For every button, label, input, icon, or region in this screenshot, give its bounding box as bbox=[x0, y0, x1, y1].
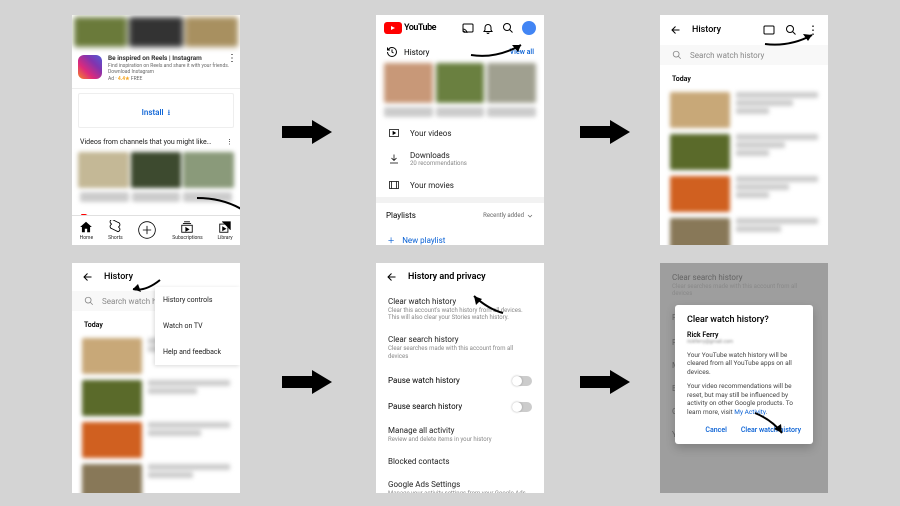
downloads-row[interactable]: Downloads20 recommendations bbox=[376, 145, 544, 173]
your-videos-row[interactable]: Your videos bbox=[376, 121, 544, 145]
search-icon bbox=[672, 50, 682, 60]
avatar[interactable] bbox=[522, 21, 536, 35]
dialog-user: Rick Ferry bbox=[687, 331, 801, 339]
promo-ad[interactable]: Be inspired on Reels | Instagram Find in… bbox=[72, 49, 240, 89]
cast-icon[interactable] bbox=[462, 22, 474, 34]
blurred-thumbnails bbox=[72, 15, 240, 49]
history-item[interactable] bbox=[660, 89, 828, 131]
clear-search-history-row[interactable]: Clear search historyClear searches made … bbox=[376, 329, 544, 367]
nav-home[interactable]: Home bbox=[79, 220, 93, 241]
panel-library: YouTube History View all Your videos Dow… bbox=[376, 15, 544, 245]
confirm-button[interactable]: Clear watch history bbox=[741, 426, 801, 434]
bell-icon[interactable] bbox=[482, 22, 494, 34]
more-icon[interactable]: ⋮ bbox=[226, 138, 232, 146]
google-ads-row[interactable]: Google Ads SettingsManage your activity … bbox=[376, 474, 544, 493]
new-playlist-button[interactable]: +New playlist bbox=[376, 228, 544, 245]
menu-history-controls[interactable]: History controls bbox=[155, 287, 240, 313]
thumbnail-meta bbox=[72, 188, 240, 206]
promo-subtitle: Find inspiration on Reels and share it w… bbox=[108, 63, 234, 75]
history-item[interactable] bbox=[660, 131, 828, 173]
video-thumbnails[interactable] bbox=[72, 152, 240, 188]
app-header: YouTube bbox=[376, 15, 544, 41]
thumbnail-meta bbox=[376, 103, 544, 121]
panel-confirm-dialog: Clear search historyClear searches made … bbox=[660, 263, 828, 493]
history-header: History bbox=[386, 46, 429, 58]
menu-watch-on-tv[interactable]: Watch on TV bbox=[155, 313, 240, 339]
section-header: Videos from channels that you might like… bbox=[72, 132, 240, 152]
menu-help-feedback[interactable]: Help and feedback bbox=[155, 339, 240, 365]
back-icon[interactable] bbox=[386, 271, 398, 283]
pause-watch-history-row[interactable]: Pause watch history bbox=[376, 368, 544, 394]
panel-history-menu: History Search watch histo Today History… bbox=[72, 263, 240, 493]
movies-row[interactable]: Your movies bbox=[376, 173, 544, 197]
more-icon[interactable]: ⋮ bbox=[227, 53, 236, 64]
clear-watch-history-row[interactable]: Clear watch historyClear this account's … bbox=[376, 291, 544, 329]
panel-history-privacy: History and privacy Clear watch historyC… bbox=[376, 263, 544, 493]
my-activity-link[interactable]: My Activity bbox=[734, 408, 765, 416]
arrow-icon bbox=[580, 120, 630, 144]
history-item[interactable] bbox=[660, 173, 828, 215]
history-item[interactable] bbox=[72, 419, 240, 461]
arrow-icon bbox=[580, 370, 630, 394]
arrow-icon bbox=[282, 370, 332, 394]
cancel-button[interactable]: Cancel bbox=[705, 426, 726, 434]
view-all-link[interactable]: View all bbox=[510, 48, 534, 56]
blocked-contacts-row[interactable]: Blocked contacts bbox=[376, 451, 544, 474]
panel-home: Be inspired on Reels | Instagram Find in… bbox=[72, 15, 240, 245]
dialog-email: rickferry@gmail.com bbox=[687, 339, 801, 345]
back-icon[interactable] bbox=[82, 271, 94, 283]
promo-ad-line: Ad · 4.4★ FREE bbox=[108, 76, 234, 82]
history-header: History ⋮ bbox=[660, 15, 828, 45]
dialog-title: Clear watch history? bbox=[687, 315, 801, 325]
playlists-header: PlaylistsRecently added bbox=[376, 203, 544, 228]
confirm-dialog: Clear watch history? Rick Ferry rickferr… bbox=[675, 305, 813, 444]
dialog-body-1: Your YouTube watch history will be clear… bbox=[687, 351, 801, 376]
search-icon bbox=[84, 296, 94, 306]
panel-history: History ⋮ Search watch history Today bbox=[660, 15, 828, 245]
youtube-logo[interactable]: YouTube bbox=[384, 22, 436, 34]
nav-library[interactable]: Library bbox=[217, 220, 232, 241]
manage-activity-row[interactable]: Manage all activityReview and delete ite… bbox=[376, 420, 544, 451]
more-icon[interactable]: ⋮ bbox=[807, 23, 818, 37]
search-icon[interactable] bbox=[502, 22, 514, 34]
arrow-icon bbox=[282, 120, 332, 144]
history-item[interactable] bbox=[72, 377, 240, 419]
history-thumbnails[interactable] bbox=[376, 63, 544, 103]
history-icon bbox=[386, 46, 398, 58]
cast-icon[interactable] bbox=[763, 24, 775, 36]
dialog-body-2: Your video recommendations will be reset… bbox=[687, 382, 801, 416]
nav-create[interactable] bbox=[137, 220, 157, 241]
settings-header: History and privacy bbox=[376, 263, 544, 291]
day-label: Today bbox=[660, 69, 828, 89]
nav-shorts[interactable]: Shorts bbox=[108, 220, 123, 241]
back-icon[interactable] bbox=[670, 24, 682, 36]
bottom-nav: Home Shorts Subscriptions Library bbox=[72, 215, 240, 245]
toggle-switch[interactable] bbox=[512, 376, 532, 386]
overflow-menu: History controls Watch on TV Help and fe… bbox=[155, 287, 240, 365]
search-history-input[interactable]: Search watch history bbox=[660, 45, 828, 65]
promo-title: Be inspired on Reels | Instagram bbox=[108, 55, 234, 63]
toggle-switch[interactable] bbox=[512, 402, 532, 412]
install-button[interactable]: Install ⭳ bbox=[78, 93, 234, 128]
instagram-icon bbox=[78, 55, 102, 79]
nav-subscriptions[interactable]: Subscriptions bbox=[172, 220, 203, 241]
pause-search-history-row[interactable]: Pause search history bbox=[376, 394, 544, 420]
chevron-down-icon bbox=[526, 212, 534, 220]
history-item[interactable] bbox=[660, 215, 828, 245]
search-icon[interactable] bbox=[785, 24, 797, 36]
history-item[interactable] bbox=[72, 461, 240, 493]
sort-dropdown[interactable]: Recently added bbox=[483, 212, 534, 220]
